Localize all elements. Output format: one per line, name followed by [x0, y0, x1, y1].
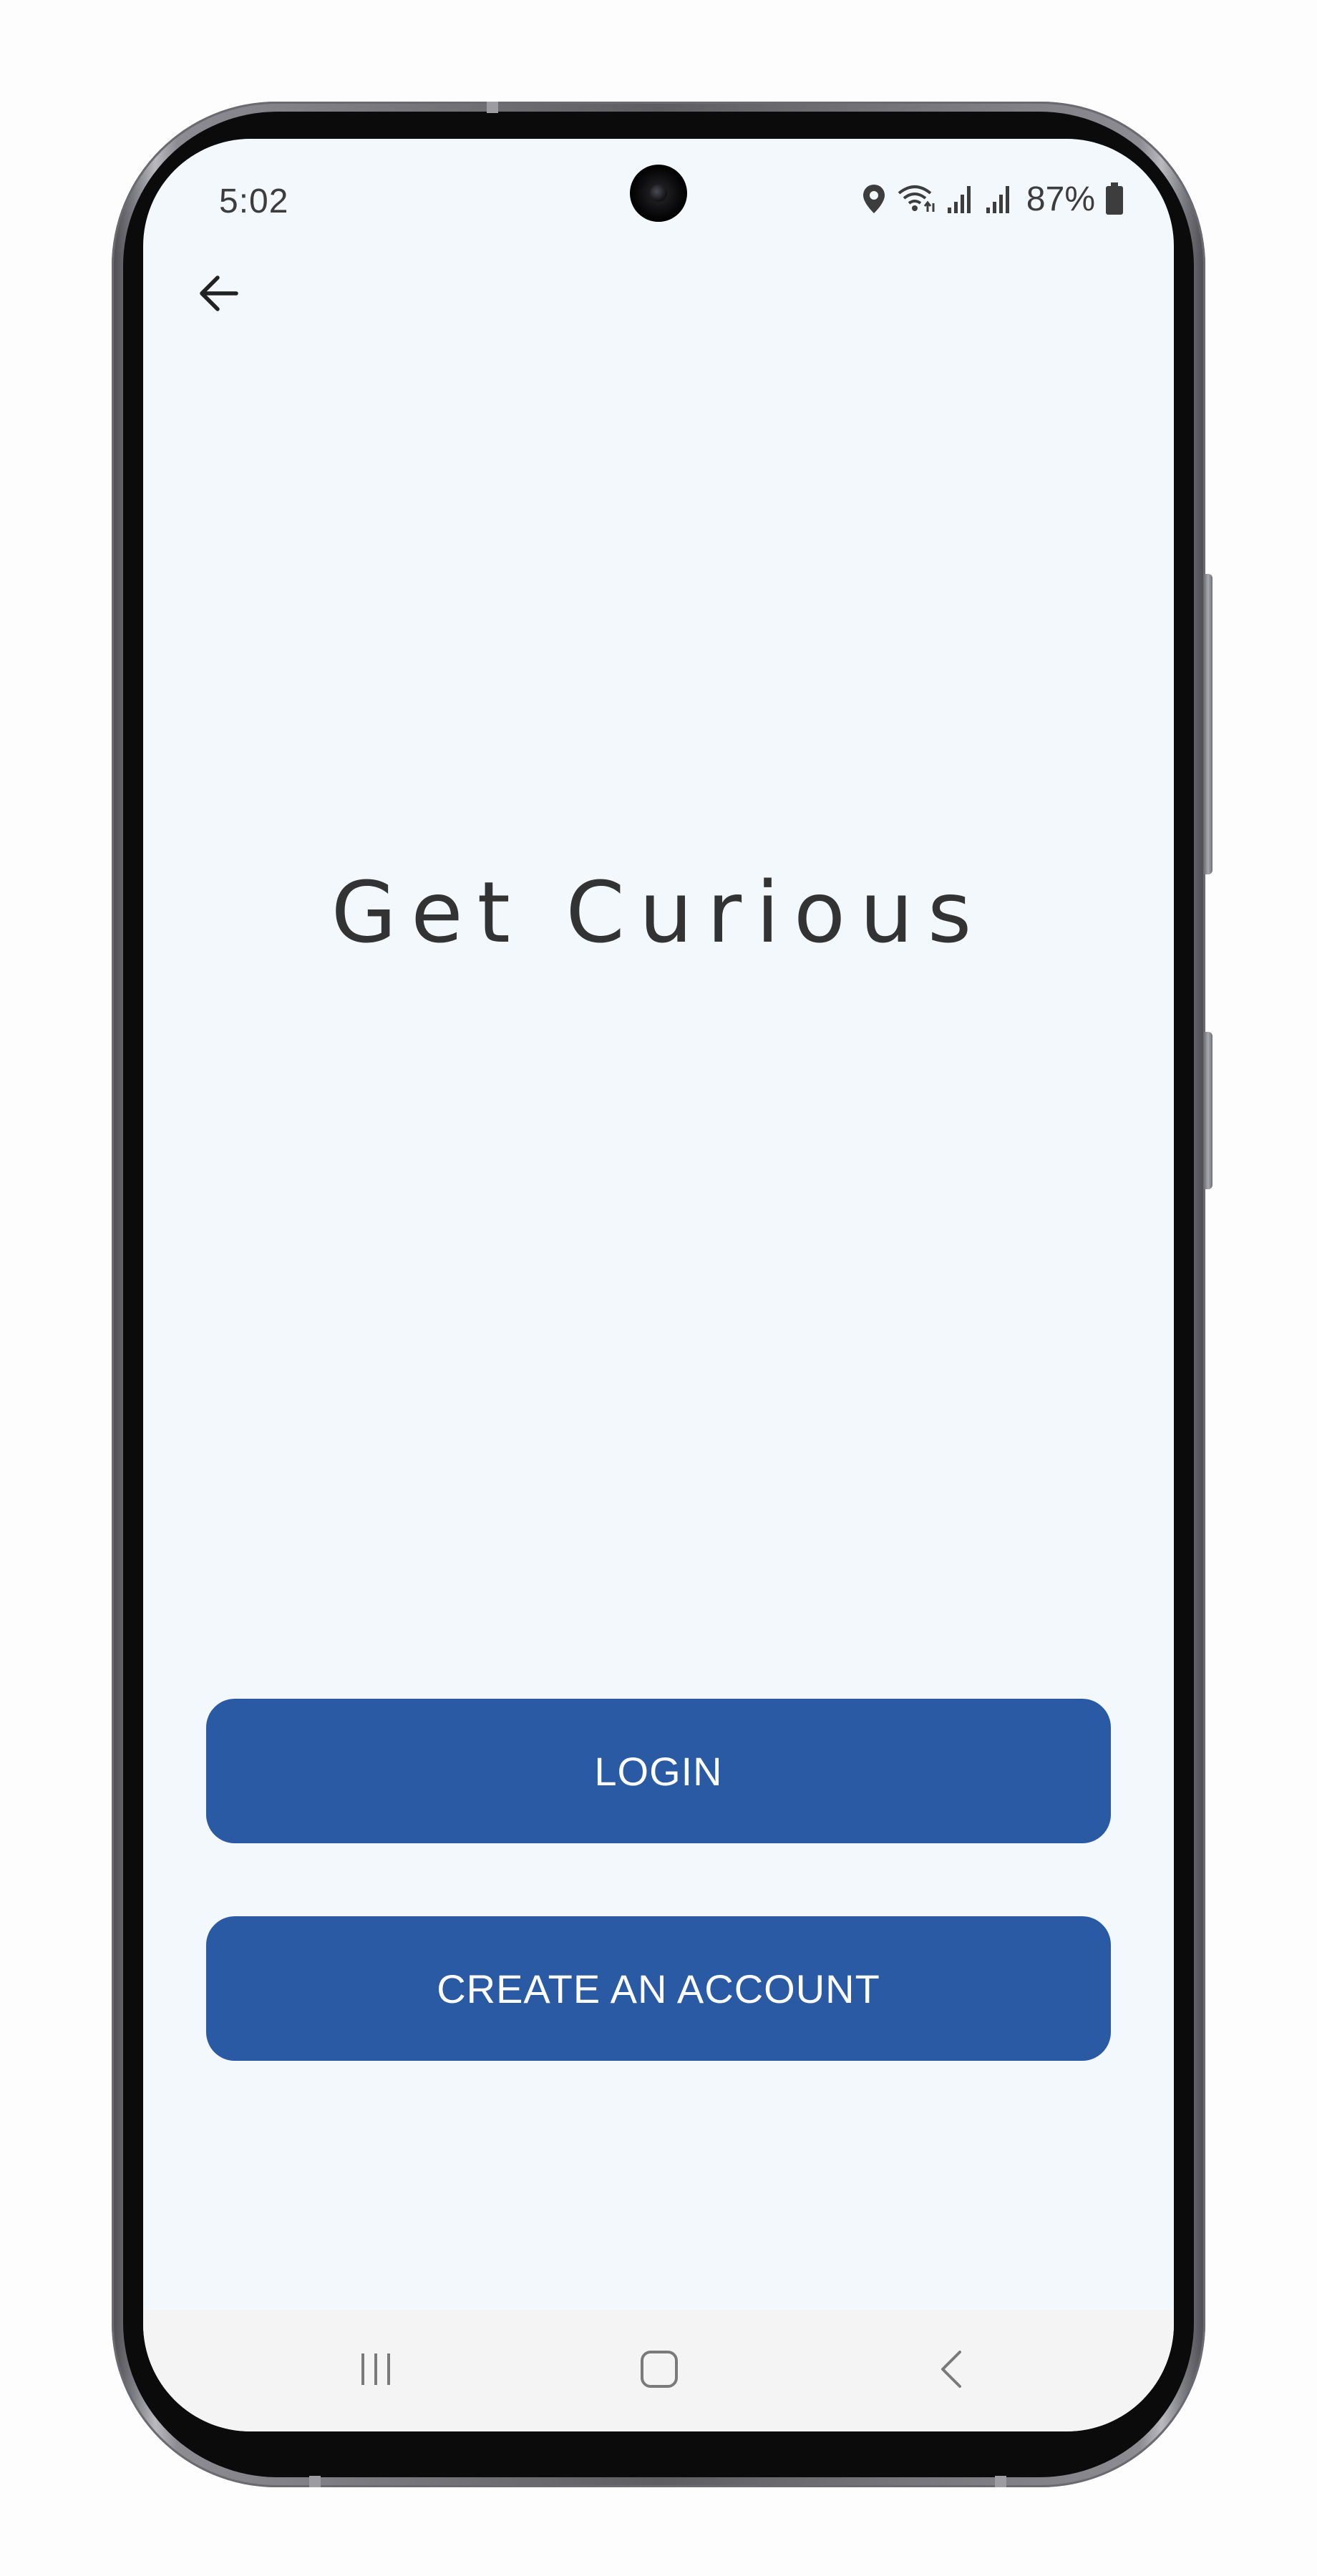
location-icon: [862, 183, 886, 215]
device-frame-stage: 5:02 87% Get Curious LOGIN CREATE AN ACC…: [0, 0, 1317, 2576]
home-icon: [638, 2348, 681, 2394]
home-button[interactable]: [627, 2338, 691, 2403]
battery-percent: 87%: [1026, 180, 1095, 218]
arrow-left-icon: [196, 270, 242, 320]
app-screen: 5:02 87% Get Curious LOGIN CREATE AN ACC…: [143, 139, 1174, 2431]
back-chevron-icon: [931, 2348, 974, 2394]
antenna-line: [309, 2476, 321, 2487]
login-button[interactable]: LOGIN: [206, 1699, 1111, 1843]
status-bar: 5:02 87%: [143, 139, 1174, 232]
power-button: [1204, 1032, 1212, 1189]
antenna-line: [487, 102, 498, 113]
signal-icon: [946, 183, 975, 215]
wifi-icon: [896, 183, 936, 215]
volume-button: [1204, 574, 1212, 874]
status-icons: 87%: [862, 177, 1124, 220]
signal-icon: [985, 183, 1014, 215]
page-title: Get Curious: [331, 863, 986, 962]
recents-icon: [354, 2348, 397, 2394]
front-camera: [630, 165, 687, 222]
status-time: 5:02: [219, 182, 289, 220]
recents-button[interactable]: [344, 2338, 408, 2403]
create-account-button[interactable]: CREATE AN ACCOUNT: [206, 1916, 1111, 2061]
antenna-line: [995, 2476, 1006, 2487]
battery-icon: [1105, 182, 1124, 215]
back-button[interactable]: [190, 266, 248, 323]
system-nav-bar: [143, 2310, 1174, 2431]
system-back-button[interactable]: [920, 2338, 985, 2403]
